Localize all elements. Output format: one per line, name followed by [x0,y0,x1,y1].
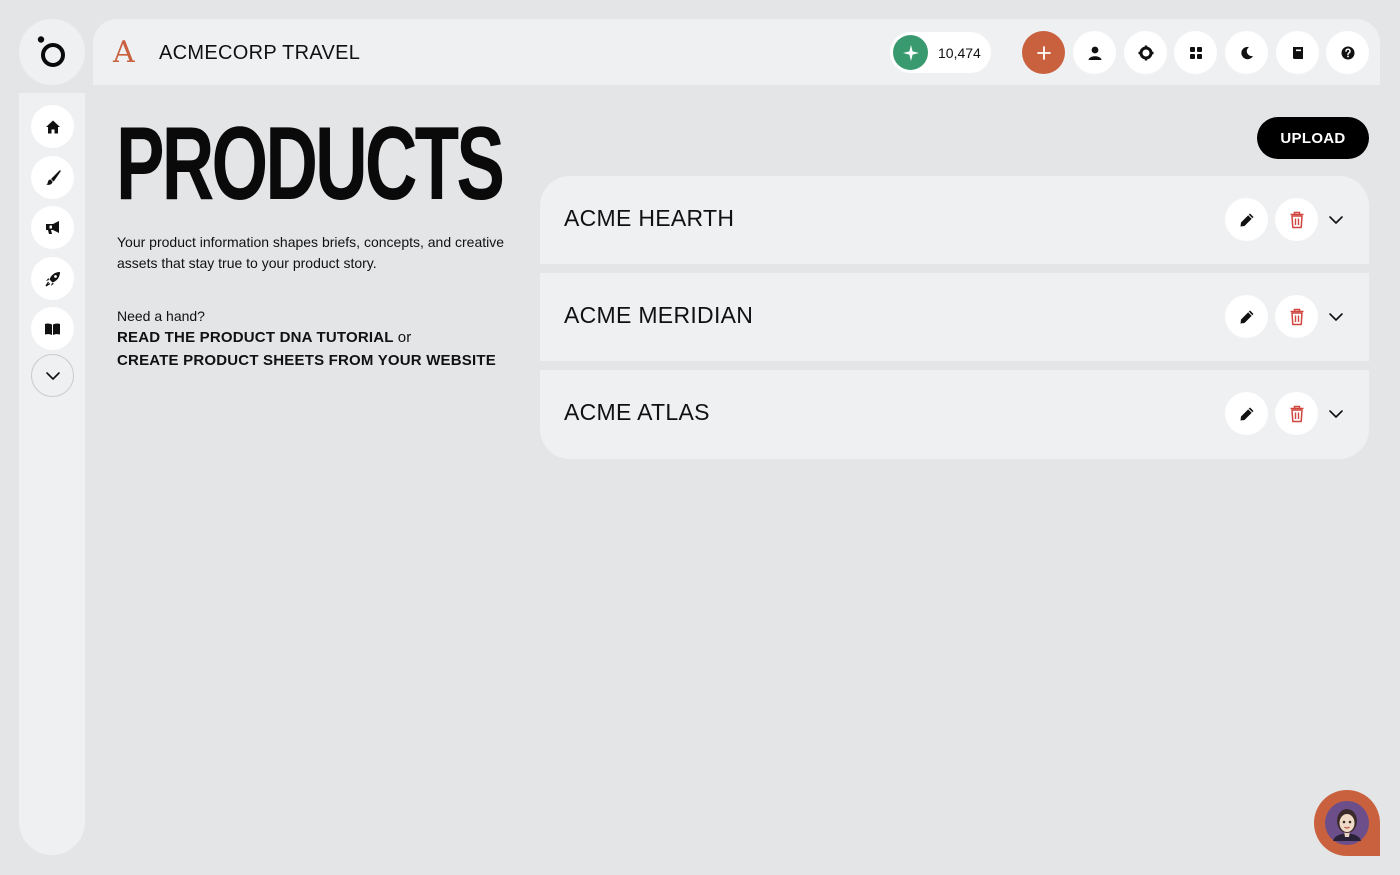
sidebar-more-button[interactable] [31,354,74,397]
sparkle-icon [893,35,928,70]
product-row[interactable]: ACME ATLAS [540,370,1369,459]
assistant-avatar-icon [1325,801,1369,845]
tutorial-link[interactable]: READ THE PRODUCT DNA TUTORIAL [117,329,393,346]
help-icon [1341,46,1354,59]
home-icon [45,120,60,133]
nav-launch[interactable] [31,257,74,300]
delete-button[interactable] [1275,198,1318,241]
rocket-icon [44,271,60,287]
edit-button[interactable] [1225,295,1268,338]
brand-logo: A [113,35,135,70]
nav-creative[interactable] [31,156,74,199]
app-logo[interactable] [19,19,85,85]
help-or-text: or [397,329,412,346]
help-button[interactable] [1326,31,1369,74]
docs-button[interactable] [1276,31,1319,74]
workspace-name[interactable]: ACMECORP TRAVEL [159,40,360,66]
upload-button[interactable]: UPLOAD [1257,117,1369,159]
brush-icon [45,169,61,185]
expand-button[interactable] [1325,209,1347,231]
account-button[interactable] [1073,31,1116,74]
user-icon [1088,46,1101,60]
nav-home[interactable] [31,105,74,148]
delete-button[interactable] [1275,295,1318,338]
megaphone-icon [45,220,59,234]
product-name[interactable]: ACME MERIDIAN [564,302,753,329]
chevron-down-icon [1329,410,1343,418]
apps-button[interactable] [1174,31,1217,74]
trash-icon [1290,211,1303,228]
chevron-down-icon [1329,313,1343,321]
moon-icon [1240,46,1253,59]
delete-button[interactable] [1275,392,1318,435]
pencil-icon [1240,310,1253,323]
help-line-tutorial: READ THE PRODUCT DNA TUTORIAL or [117,328,411,348]
dark-mode-button[interactable] [1225,31,1268,74]
create-button[interactable] [1022,31,1065,74]
settings-button[interactable] [1124,31,1167,74]
pencil-icon [1240,213,1253,226]
open-book-icon [45,322,60,335]
credits-badge[interactable]: 10,474 [890,32,991,73]
product-name[interactable]: ACME ATLAS [564,399,710,426]
nav-campaigns[interactable] [31,206,74,249]
book-icon [1292,46,1303,59]
expand-button[interactable] [1325,306,1347,328]
product-name[interactable]: ACME HEARTH [564,205,734,232]
trash-icon [1290,405,1303,422]
grid-icon [1189,46,1202,59]
help-intro: Need a hand? [117,308,205,324]
edit-button[interactable] [1225,198,1268,241]
credits-count: 10,474 [938,44,981,61]
product-row[interactable]: ACME MERIDIAN [540,273,1369,361]
app-logo-icon [37,36,65,67]
page-title: PRODUCTS [116,106,505,222]
product-sheets-link[interactable]: CREATE PRODUCT SHEETS FROM YOUR WEBSITE [117,351,496,371]
pencil-icon [1240,407,1253,420]
expand-button[interactable] [1325,403,1347,425]
chevron-down-icon [45,371,60,380]
product-row[interactable]: ACME HEARTH [540,176,1369,264]
trash-icon [1290,308,1303,325]
chat-assistant-button[interactable] [1314,790,1380,856]
edit-button[interactable] [1225,392,1268,435]
plus-icon [1036,45,1051,60]
gear-icon [1138,45,1153,60]
page-description: Your product information shapes briefs, … [117,234,505,271]
chevron-down-icon [1329,216,1343,224]
nav-library[interactable] [31,307,74,350]
